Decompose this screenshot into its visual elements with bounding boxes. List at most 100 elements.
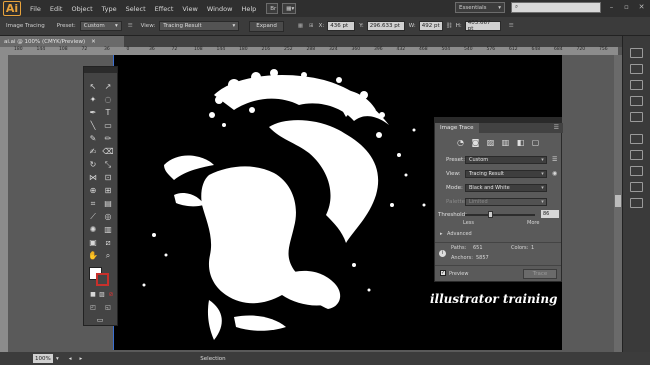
blob-brush-tool-icon[interactable]: ✍ — [87, 146, 99, 157]
draw-behind-icon[interactable]: ◱ — [102, 302, 114, 313]
high-color-icon[interactable]: ◙ — [470, 138, 481, 147]
column-graph-tool-icon[interactable]: ▥ — [102, 224, 114, 235]
eye-icon[interactable]: ◉ — [552, 170, 557, 177]
perspective-grid-tool-icon[interactable]: ⊞ — [102, 185, 114, 196]
gradient-tool-icon[interactable]: ▤ — [102, 198, 114, 209]
threshold-field[interactable]: 86 — [541, 210, 559, 218]
low-color-icon[interactable]: ▨ — [485, 138, 496, 147]
advanced-toggle-icon[interactable]: ▸ — [440, 231, 443, 237]
preview-checkbox[interactable]: ✓ — [440, 270, 446, 276]
transparency-panel-icon[interactable] — [630, 166, 643, 176]
search-input[interactable]: ⌕ — [511, 2, 601, 13]
panel-menu-icon[interactable]: ☰ — [509, 23, 514, 29]
black-and-white-icon[interactable]: ◧ — [515, 138, 526, 147]
line-tool-icon[interactable]: ╲ — [87, 120, 99, 131]
screen-mode-icon[interactable]: ▭ — [94, 314, 106, 325]
menu-help[interactable]: Help — [241, 5, 256, 13]
threshold-slider-handle[interactable] — [488, 211, 493, 218]
width-tool-icon[interactable]: ⋈ — [87, 172, 99, 183]
grayscale-icon[interactable]: ▥ — [500, 138, 511, 147]
status-text[interactable]: Selection — [200, 356, 225, 362]
symbol-sprayer-tool-icon[interactable]: ✺ — [87, 224, 99, 235]
menu-window[interactable]: Window — [207, 5, 233, 13]
x-field[interactable]: 436 pt — [327, 21, 356, 31]
pen-tool-icon[interactable]: ✒ — [87, 107, 99, 118]
preset-select[interactable]: Custom ▾ — [79, 21, 122, 31]
blend-tool-icon[interactable]: ◎ — [102, 211, 114, 222]
document-tab[interactable]: ai.ai @ 100% (CMYK/Preview) ✕ — [0, 36, 124, 47]
eyedropper-tool-icon[interactable]: ⟋ — [87, 211, 99, 222]
mesh-tool-icon[interactable]: ⌗ — [87, 198, 99, 209]
color-panel-icon[interactable] — [630, 48, 643, 58]
manage-presets-icon[interactable]: ☰ — [552, 156, 557, 163]
trace-button[interactable]: Trace — [523, 269, 557, 279]
advanced-toggle[interactable]: Advanced — [447, 231, 472, 237]
zoom-tool-icon[interactable]: ⌕ — [102, 250, 114, 261]
minimize-icon[interactable]: – — [607, 3, 616, 12]
view-select[interactable]: Tracing Result ▾ — [159, 21, 240, 31]
magic-wand-tool-icon[interactable]: ✦ — [87, 94, 99, 105]
shape-builder-tool-icon[interactable]: ⊕ — [87, 185, 99, 196]
outline-icon[interactable]: ▢ — [530, 138, 541, 147]
rectangle-tool-icon[interactable]: ▭ — [102, 120, 114, 131]
vertical-scrollbar-thumb[interactable] — [615, 195, 621, 207]
symbols-panel-icon[interactable] — [630, 112, 643, 122]
panel-title[interactable]: Image Trace — [435, 123, 479, 133]
eraser-tool-icon[interactable]: ⌫ — [102, 146, 114, 157]
draw-normal-icon[interactable]: ◰ — [87, 302, 99, 313]
paintbrush-tool-icon[interactable]: ✎ — [87, 133, 99, 144]
menu-edit[interactable]: Edit — [50, 5, 63, 13]
view-select[interactable]: Tracing Result ▾ — [465, 170, 547, 178]
align-icon[interactable]: ▦ — [298, 23, 303, 29]
hand-tool-icon[interactable]: ✋ — [87, 250, 99, 261]
y-field[interactable]: 296.633 pt — [366, 21, 405, 31]
previous-artboard-icon[interactable]: ◂ — [69, 356, 72, 362]
stroke-swatch[interactable] — [96, 273, 109, 286]
menu-effect[interactable]: Effect — [155, 5, 174, 13]
constrain-icon[interactable]: ⛓ — [446, 23, 453, 29]
rotate-tool-icon[interactable]: ↻ — [87, 159, 99, 170]
direct-selection-tool-icon[interactable]: ↗ — [102, 81, 114, 92]
next-artboard-icon[interactable]: ▸ — [80, 356, 83, 362]
threshold-slider-track[interactable] — [465, 214, 535, 216]
close-tab-icon[interactable]: ✕ — [91, 39, 96, 45]
zoom-level-field[interactable]: 100% — [33, 354, 53, 363]
h-field[interactable]: 403.667 pt — [464, 20, 501, 32]
transform-icon[interactable]: ⊞ — [309, 23, 314, 29]
preset-select[interactable]: Custom ▾ — [465, 156, 547, 164]
arrange-documents-icon[interactable]: ▦▾ — [282, 3, 297, 14]
menu-type[interactable]: Type — [102, 5, 117, 13]
appearance-panel-icon[interactable] — [630, 182, 643, 192]
free-transform-tool-icon[interactable]: ⊡ — [102, 172, 114, 183]
lasso-tool-icon[interactable]: ◌ — [102, 94, 114, 105]
menu-file[interactable]: File — [30, 5, 41, 13]
gradient-panel-icon[interactable] — [630, 150, 643, 160]
menu-view[interactable]: View — [182, 5, 197, 13]
bridge-icon[interactable]: Br — [266, 3, 279, 14]
scale-tool-icon[interactable]: ⤡ — [102, 159, 114, 170]
chevron-down-icon[interactable]: ▾ — [56, 356, 59, 362]
menu-object[interactable]: Object — [71, 5, 92, 13]
expand-button[interactable]: Expand — [249, 20, 284, 32]
auto-color-icon[interactable]: ◔ — [455, 138, 466, 147]
workspace-switcher[interactable]: Essentials ▾ — [455, 2, 505, 13]
restore-icon[interactable]: ▫ — [622, 3, 631, 12]
w-field[interactable]: 492 pt — [418, 21, 443, 31]
mode-select[interactable]: Black and White ▾ — [465, 184, 547, 192]
close-icon[interactable]: ✕ — [637, 3, 646, 12]
slice-tool-icon[interactable]: ⧄ — [102, 237, 114, 248]
brushes-panel-icon[interactable] — [630, 96, 643, 106]
type-tool-icon[interactable]: T — [102, 107, 114, 118]
artboard-tool-icon[interactable]: ▣ — [87, 237, 99, 248]
pencil-tool-icon[interactable]: ✏ — [102, 133, 114, 144]
color-guide-panel-icon[interactable] — [630, 64, 643, 74]
stroke-panel-icon[interactable] — [630, 134, 643, 144]
none-mode-icon[interactable]: ⊘ — [105, 289, 117, 300]
menu-select[interactable]: Select — [126, 5, 146, 13]
tools-panel-header[interactable] — [84, 67, 117, 73]
panel-menu-icon[interactable]: ☰ — [554, 124, 559, 131]
swatches-panel-icon[interactable] — [630, 80, 643, 90]
layers-panel-icon[interactable] — [630, 198, 643, 208]
selection-tool-icon[interactable]: ↖ — [87, 81, 99, 92]
presets-list-icon[interactable]: ☰ — [128, 23, 133, 29]
